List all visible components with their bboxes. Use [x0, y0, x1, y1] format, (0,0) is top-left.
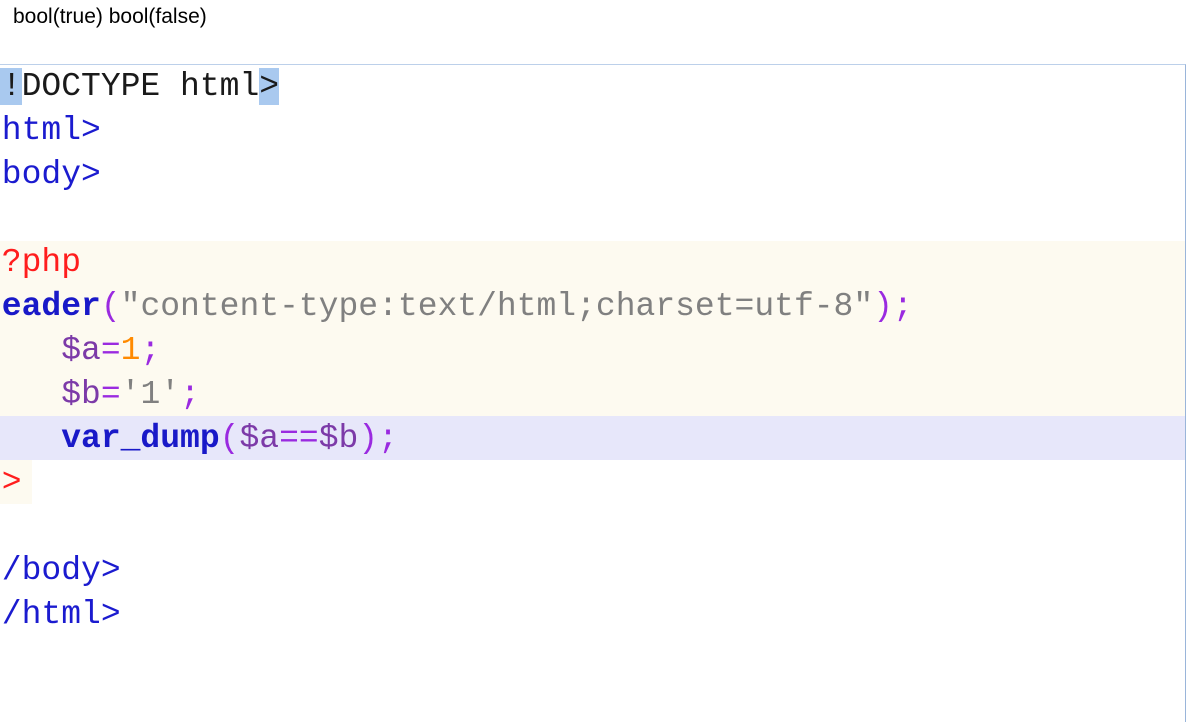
code-token: <html> — [0, 112, 101, 149]
code-line[interactable]: </body> — [0, 549, 1185, 593]
code-token: ?> — [0, 464, 22, 501]
code-token: ( — [100, 288, 121, 325]
code-token: </html> — [0, 596, 121, 633]
output-text: bool(true) bool(false) — [13, 5, 207, 28]
code-editor[interactable]: <!DOCTYPE html><html><body> <?phpheader(… — [0, 64, 1186, 722]
code-line[interactable] — [0, 197, 1185, 241]
code-token: <?php — [0, 244, 82, 281]
code-lines[interactable]: <!DOCTYPE html><html><body> <?phpheader(… — [0, 65, 1185, 637]
code-line[interactable]: </html> — [0, 593, 1185, 637]
code-token: ( — [219, 420, 240, 457]
code-line[interactable]: ?> — [0, 461, 1185, 505]
code-token: <! — [0, 68, 22, 105]
code-line[interactable]: <!DOCTYPE html> — [0, 65, 1185, 109]
code-token: $a — [61, 332, 101, 369]
code-token: $a — [239, 420, 280, 457]
code-token: ; — [140, 332, 161, 369]
code-line[interactable]: <body> — [0, 153, 1185, 197]
code-token: '1' — [120, 376, 181, 413]
code-token: header — [0, 288, 101, 325]
code-line[interactable]: $a=1; — [0, 329, 1185, 373]
code-line[interactable]: $b='1'; — [0, 373, 1185, 417]
code-token: $b — [61, 376, 101, 413]
code-token: = — [100, 332, 121, 369]
code-token: ; — [180, 376, 200, 413]
code-token: == — [279, 420, 319, 457]
code-line[interactable]: var_dump($a==$b); — [0, 417, 1185, 461]
code-token: <body> — [0, 156, 101, 193]
code-token: > — [259, 68, 280, 105]
code-token: DOCTYPE html — [21, 68, 260, 105]
code-line[interactable]: header("content-type:text/html;charset=u… — [0, 285, 1185, 329]
code-token: = — [100, 376, 121, 413]
code-line[interactable] — [0, 505, 1185, 549]
app-window: bool(true) bool(false) <!DOCTYPE html><h… — [0, 0, 1192, 722]
code-token: ); — [873, 288, 913, 325]
code-token: ); — [358, 420, 398, 457]
code-line[interactable]: <html> — [0, 109, 1185, 153]
code-token: 1 — [120, 332, 141, 369]
code-token: "content-type:text/html;charset=utf-8" — [120, 288, 874, 325]
code-token: var_dump — [61, 420, 220, 457]
code-line[interactable]: <?php — [0, 241, 1185, 285]
code-token: </body> — [0, 552, 121, 589]
code-token: $b — [318, 420, 359, 457]
